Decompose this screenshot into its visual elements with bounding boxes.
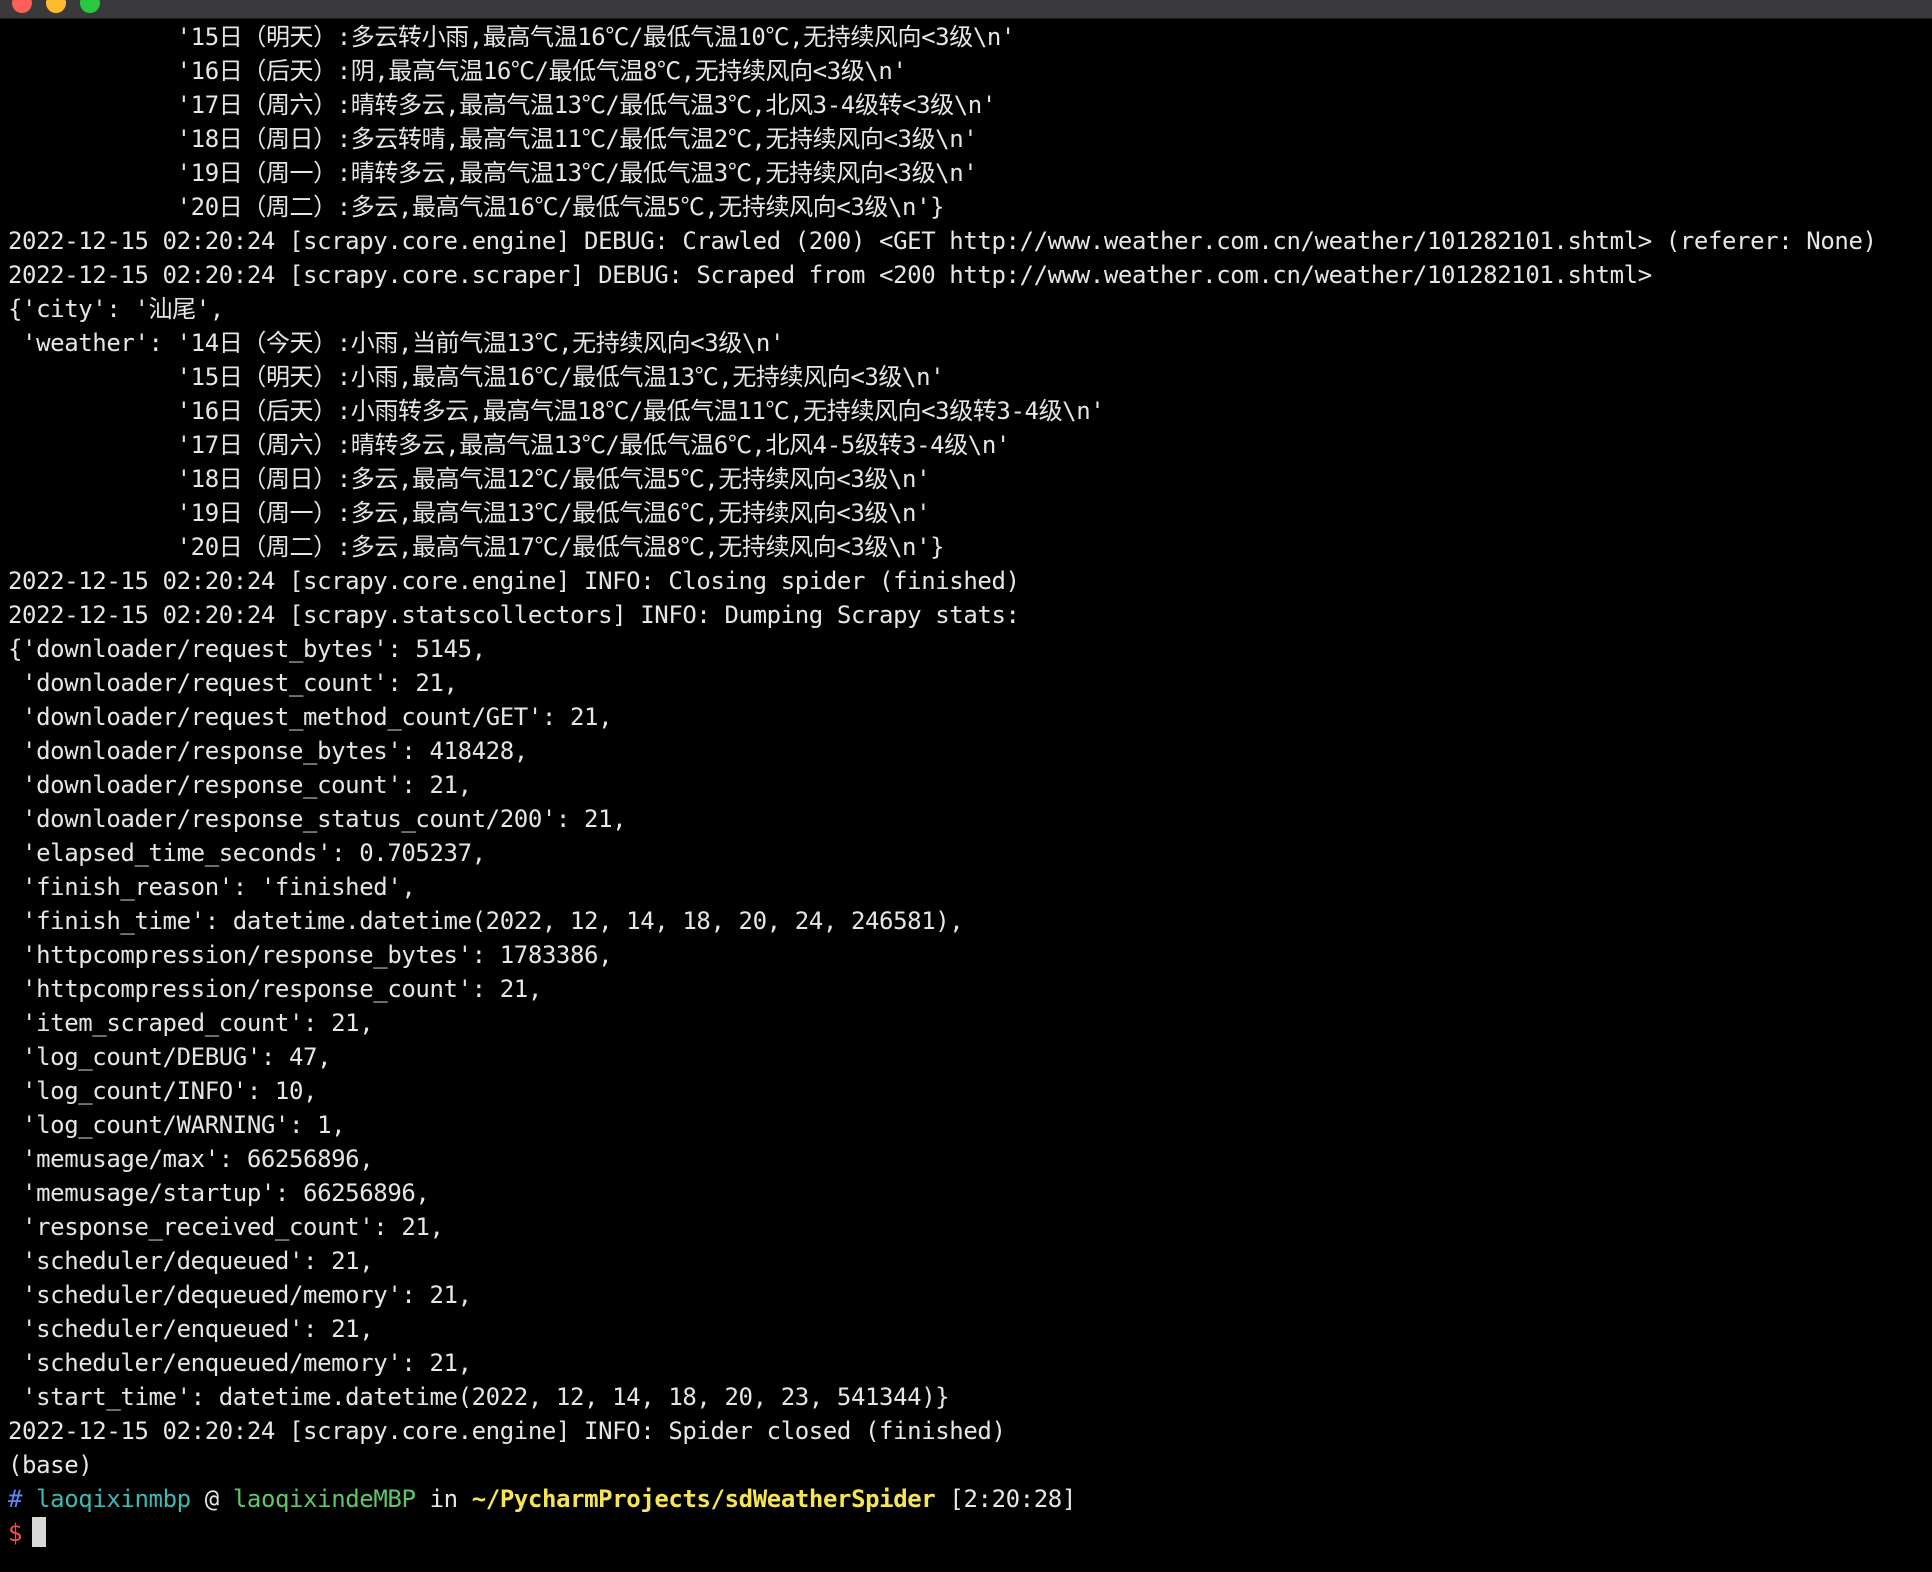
terminal-line: 'log_count/WARNING': 1,: [8, 1111, 346, 1139]
terminal-line: 'downloader/response_bytes': 418428,: [8, 737, 528, 765]
prompt-dollar: $: [8, 1519, 23, 1547]
minimize-window-button[interactable]: [46, 0, 66, 13]
prompt-path: ~/PycharmProjects/sdWeatherSpider: [471, 1485, 936, 1513]
terminal-line: '18日（周日）:多云转晴,最高气温11℃/最低气温2℃,无持续风向<3级\n': [8, 125, 978, 153]
text-cursor: [32, 1517, 47, 1547]
terminal-line: 'httpcompression/response_bytes': 178338…: [8, 941, 613, 969]
terminal-line: {'city': '汕尾',: [8, 295, 224, 323]
terminal-line: '19日（周一）:晴转多云,最高气温13℃/最低气温3℃,无持续风向<3级\n': [8, 159, 978, 187]
terminal-line: 'scheduler/enqueued/memory': 21,: [8, 1349, 472, 1377]
prompt-in: in: [429, 1485, 459, 1513]
terminal-line: 'memusage/startup': 66256896,: [8, 1179, 430, 1207]
terminal-line: 2022-12-15 02:20:24 [scrapy.core.engine]…: [8, 567, 1020, 595]
window-titlebar: [0, 0, 1932, 19]
terminal-line: 'log_count/DEBUG': 47,: [8, 1043, 332, 1071]
terminal-line: 'start_time': datetime.datetime(2022, 12…: [8, 1383, 950, 1411]
prompt-time: [2:20:28]: [949, 1485, 1076, 1513]
prompt-user: laoqixinmbp: [36, 1485, 191, 1513]
terminal-line: 'downloader/response_count': 21,: [8, 771, 472, 799]
terminal-line: 2022-12-15 02:20:24 [scrapy.core.engine]…: [8, 1417, 1006, 1445]
terminal-line: 'finish_reason': 'finished',: [8, 873, 416, 901]
terminal-line: '20日（周二）:多云,最高气温16℃/最低气温5℃,无持续风向<3级\n'}: [8, 193, 945, 221]
terminal-line: '16日（后天）:小雨转多云,最高气温18℃/最低气温11℃,无持续风向<3级转…: [8, 397, 1105, 425]
terminal-output[interactable]: '15日（明天）:多云转小雨,最高气温16℃/最低气温10℃,无持续风向<3级\…: [0, 20, 1932, 1572]
terminal-line: '18日（周日）:多云,最高气温12℃/最低气温5℃,无持续风向<3级\n': [8, 465, 931, 493]
terminal-line: '15日（明天）:小雨,最高气温16℃/最低气温13℃,无持续风向<3级\n': [8, 363, 945, 391]
terminal-line: 2022-12-15 02:20:24 [scrapy.core.scraper…: [8, 261, 1652, 289]
close-window-button[interactable]: [12, 0, 32, 13]
terminal-line: 'response_received_count': 21,: [8, 1213, 444, 1241]
terminal-line: 'item_scraped_count': 21,: [8, 1009, 374, 1037]
terminal-line: 'finish_time': datetime.datetime(2022, 1…: [8, 907, 964, 935]
prompt-hash: #: [8, 1485, 23, 1513]
terminal-line: '17日（周六）:晴转多云,最高气温13℃/最低气温6℃,北风4-5级转3-4级…: [8, 431, 1011, 459]
terminal-line: 2022-12-15 02:20:24 [scrapy.statscollect…: [8, 601, 1020, 629]
terminal-line: 'elapsed_time_seconds': 0.705237,: [8, 839, 486, 867]
terminal-line: 'downloader/response_status_count/200': …: [8, 805, 627, 833]
terminal-line: 'log_count/INFO': 10,: [8, 1077, 318, 1105]
terminal-line: 2022-12-15 02:20:24 [scrapy.core.engine]…: [8, 227, 1877, 255]
terminal-line: 'httpcompression/response_count': 21,: [8, 975, 542, 1003]
terminal-line: 'scheduler/enqueued': 21,: [8, 1315, 374, 1343]
command-input-line[interactable]: $: [8, 1516, 47, 1550]
prompt-host: laoqixindeMBP: [232, 1485, 416, 1513]
prompt-at: @: [204, 1485, 219, 1513]
terminal-line: '20日（周二）:多云,最高气温17℃/最低气温8℃,无持续风向<3级\n'}: [8, 533, 945, 561]
zoom-window-button[interactable]: [80, 0, 100, 13]
shell-prompt: # laoqixinmbp @ laoqixindeMBP in ~/Pycha…: [8, 1482, 1076, 1516]
terminal-line: 'weather': '14日（今天）:小雨,当前气温13℃,无持续风向<3级\…: [8, 329, 785, 357]
terminal-line: 'scheduler/dequeued': 21,: [8, 1247, 374, 1275]
terminal-line: 'scheduler/dequeued/memory': 21,: [8, 1281, 472, 1309]
terminal-line: 'memusage/max': 66256896,: [8, 1145, 374, 1173]
terminal-line: (base): [8, 1451, 93, 1479]
terminal-line: 'downloader/request_method_count/GET': 2…: [8, 703, 613, 731]
terminal-line: 'downloader/request_count': 21,: [8, 669, 458, 697]
terminal-line: {'downloader/request_bytes': 5145,: [8, 635, 486, 663]
terminal-line: '15日（明天）:多云转小雨,最高气温16℃/最低气温10℃,无持续风向<3级\…: [8, 23, 1016, 51]
terminal-line: '19日（周一）:多云,最高气温13℃/最低气温6℃,无持续风向<3级\n': [8, 499, 931, 527]
terminal-line: '16日（后天）:阴,最高气温16℃/最低气温8℃,无持续风向<3级\n': [8, 57, 907, 85]
terminal-line: '17日（周六）:晴转多云,最高气温13℃/最低气温3℃,北风3-4级转<3级\…: [8, 91, 997, 119]
